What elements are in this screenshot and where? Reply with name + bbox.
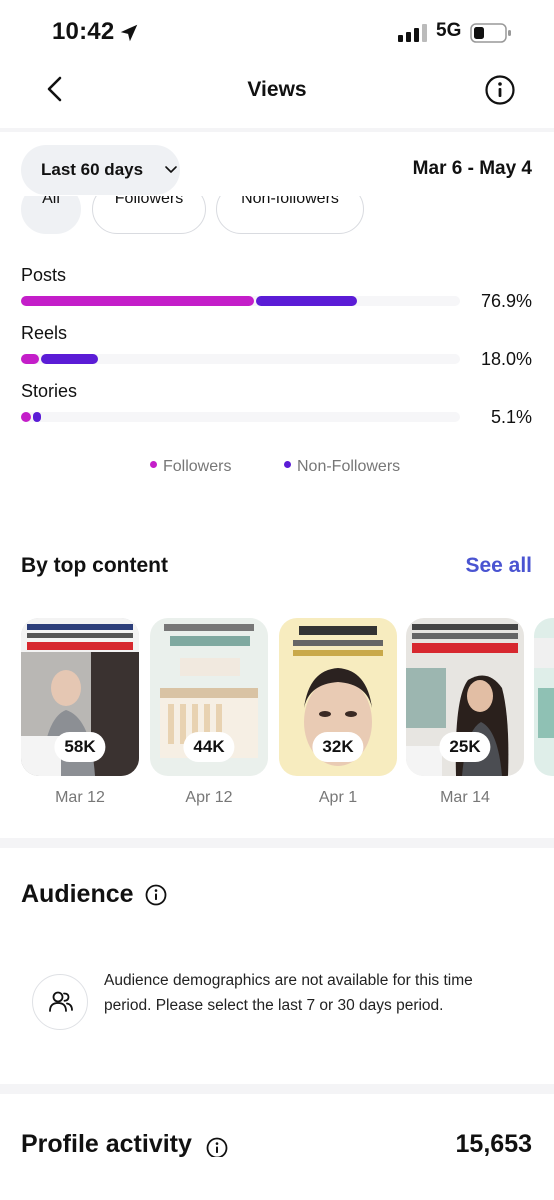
info-icon[interactable] — [145, 884, 167, 906]
stories-label: Stories — [21, 381, 78, 401]
breakdown-legend: Followers Non-Followers — [0, 458, 554, 480]
views-count-badge: 25K — [439, 732, 491, 762]
stories-bar — [21, 412, 460, 422]
views-count-badge: 44K — [183, 732, 235, 762]
reels-label: Reels — [21, 323, 68, 343]
legend-non-followers: Non-Followers — [284, 458, 400, 476]
reels-non-followers-segment — [40, 354, 98, 364]
profile-activity-title: Profile activity — [21, 1130, 192, 1158]
audience-filter-tabs: All Followers Non-followers — [0, 196, 554, 238]
top-content-item-partial[interactable] — [534, 618, 554, 776]
stories-followers-segment — [21, 412, 31, 422]
legend-non-followers-label: Non-Followers — [297, 458, 401, 475]
network-type: 5G — [436, 20, 462, 41]
status-bar: 10:42 5G — [0, 0, 554, 66]
followers-dot-icon — [150, 461, 157, 469]
non-followers-dot-icon — [284, 461, 291, 469]
posts-followers-segment — [21, 296, 254, 306]
top-content-item[interactable]: 44K — [150, 618, 268, 776]
info-icon[interactable] — [206, 1137, 228, 1159]
reels-bar — [21, 354, 460, 364]
battery-icon — [470, 23, 511, 43]
stories-percent: 5.1% — [490, 407, 532, 427]
filter-all[interactable]: All — [21, 196, 81, 234]
chevron-down-icon — [165, 166, 177, 173]
posts-non-followers-segment — [255, 296, 357, 306]
views-count-badge: 32K — [312, 732, 364, 762]
top-content-item[interactable]: 25K — [406, 618, 524, 776]
top-content-date: Apr 1 — [318, 789, 358, 806]
filter-non-followers[interactable]: Non-followers — [216, 196, 364, 234]
posts-bar — [21, 296, 460, 306]
top-content-date: Apr 12 — [185, 789, 233, 806]
top-content-date: Mar 14 — [440, 789, 490, 806]
reels-percent: 18.0% — [480, 349, 532, 369]
reels-followers-segment — [21, 354, 39, 364]
nav-bar: Views — [0, 66, 554, 128]
top-content-title: By top content — [21, 554, 168, 577]
audience-people-icon — [32, 974, 88, 1030]
nav-divider — [0, 128, 554, 132]
stories-non-followers-segment — [32, 412, 42, 422]
posts-label: Posts — [21, 265, 67, 285]
status-time: 10:42 — [52, 18, 115, 45]
legend-followers: Followers — [150, 458, 231, 476]
section-divider — [0, 1084, 554, 1094]
profile-activity-value: 15,653 — [455, 1130, 532, 1158]
date-range-label: Last 60 days — [41, 160, 144, 179]
legend-followers-label: Followers — [163, 458, 232, 475]
filter-followers[interactable]: Followers — [92, 196, 206, 234]
page-title: Views — [247, 78, 307, 101]
date-range-dropdown[interactable]: Last 60 days — [21, 145, 180, 195]
top-content-date: Mar 12 — [55, 789, 105, 806]
top-content-item[interactable]: 58K — [21, 618, 139, 776]
bottom-mask — [0, 1157, 554, 1200]
audience-title: Audience — [21, 880, 134, 908]
cellular-signal-icon — [398, 24, 427, 42]
views-count-badge: 58K — [54, 732, 106, 762]
see-all-link[interactable]: See all — [465, 554, 532, 578]
people-icon — [49, 991, 73, 1012]
location-arrow-icon — [120, 24, 138, 42]
section-divider — [0, 838, 554, 848]
audience-unavailable-message: Audience demographics are not available … — [104, 972, 473, 1014]
post-thumbnail-image — [534, 618, 554, 776]
posts-percent: 76.9% — [480, 291, 532, 311]
info-icon[interactable] — [484, 74, 516, 106]
date-range-text: Mar 6 - May 4 — [412, 158, 532, 179]
top-content-item[interactable]: 32K — [279, 618, 397, 776]
